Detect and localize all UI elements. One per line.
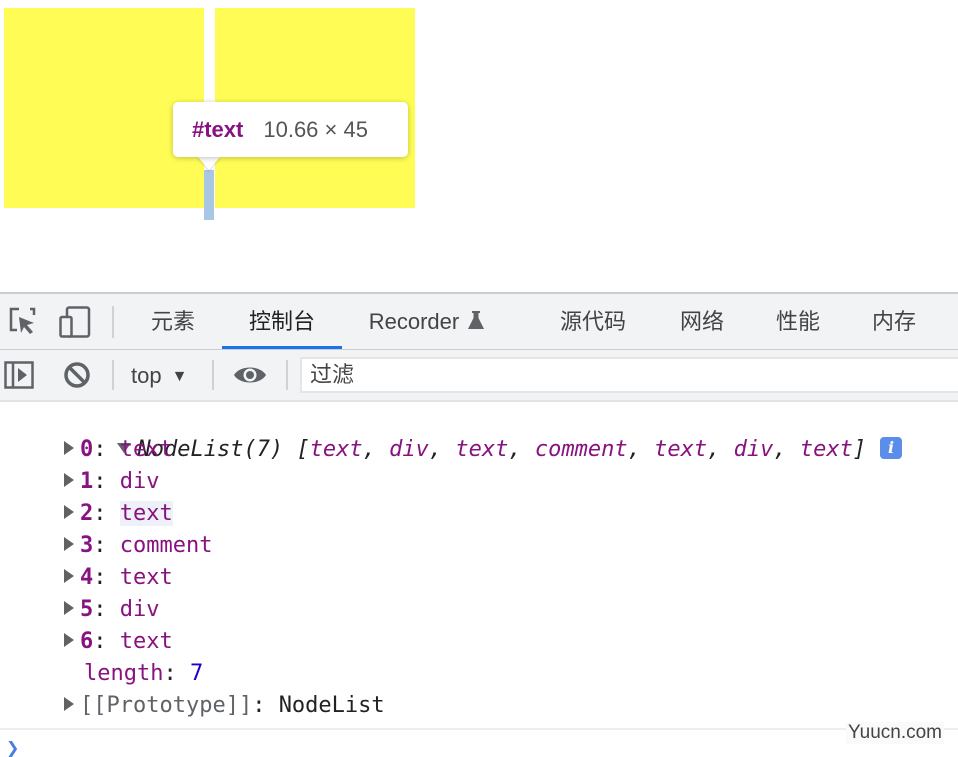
experiment-flask-icon (467, 295, 485, 351)
toolbar-divider (212, 360, 214, 390)
console-output: NodeList(7) [text, div, text, comment, t… (0, 402, 958, 757)
tooltip-node-size: 10.66 × 45 (263, 116, 368, 142)
inspect-tooltip: #text 10.66 × 45 (173, 102, 408, 157)
tab-recorder[interactable]: Recorder (352, 294, 502, 349)
text-node-highlight (204, 170, 214, 220)
collapsed-triangle-icon[interactable] (64, 569, 74, 583)
context-value: top (131, 363, 162, 388)
tab-memory[interactable]: 内存 (858, 294, 930, 349)
nodelist-entry[interactable]: 4: text (64, 562, 173, 594)
tab-elements[interactable]: 元素 (132, 294, 214, 349)
collapsed-triangle-icon[interactable] (64, 441, 74, 455)
watermark: Yuucn.com (846, 722, 944, 744)
nodelist-entry[interactable]: 2: text (64, 498, 173, 530)
summary-item: div (389, 437, 429, 462)
tooltip-arrow (197, 156, 221, 170)
tab-console[interactable]: 控制台 (222, 294, 342, 349)
toolbar-divider (112, 306, 114, 338)
console-prompt-icon[interactable]: ❯ (6, 738, 19, 757)
console-toolbar: top ▼ (0, 350, 958, 402)
collapsed-triangle-icon[interactable] (64, 697, 74, 711)
context-selector[interactable]: top ▼ (131, 350, 187, 400)
nodelist-entry[interactable]: 0: text (64, 434, 173, 466)
nodelist-entry[interactable]: 6: text (64, 626, 173, 658)
hovered-node-value: text (119, 501, 173, 526)
length-property: length: 7 (84, 661, 204, 686)
summary-item: text (309, 437, 363, 462)
collapsed-triangle-icon[interactable] (64, 505, 74, 519)
nodelist-entry[interactable]: 5: div (64, 594, 160, 626)
nodelist-entry[interactable]: 1: div (64, 466, 160, 498)
inspect-element-icon[interactable] (8, 306, 38, 336)
info-icon[interactable]: i (880, 437, 903, 459)
collapsed-triangle-icon[interactable] (64, 601, 74, 615)
device-toolbar-icon[interactable] (59, 306, 91, 338)
toolbar-divider (286, 360, 288, 390)
devtools-tabbar: 元素 控制台 Recorder 源代码 网络 性能 内存 (0, 294, 958, 350)
filter-input[interactable] (302, 359, 958, 391)
summary-item: text (455, 437, 509, 462)
summary-item: div (733, 437, 774, 462)
prototype-entry[interactable]: [[Prototype]]: NodeList (64, 690, 385, 722)
nodelist-summary[interactable]: NodeList(7) [text, div, text, comment, t… (38, 402, 903, 462)
collapsed-triangle-icon[interactable] (64, 473, 74, 487)
dropdown-arrow-icon: ▼ (171, 368, 188, 385)
toolbar-divider (112, 360, 114, 390)
tab-network[interactable]: 网络 (666, 294, 738, 349)
devtools-panel: 元素 控制台 Recorder 源代码 网络 性能 内存 top ▼ 过滤 No… (0, 292, 958, 757)
summary-item: text (654, 437, 708, 462)
nodelist-entry[interactable]: 3: comment (64, 530, 212, 562)
show-sidebar-icon[interactable] (4, 360, 34, 390)
filter-box[interactable] (300, 357, 958, 393)
clear-console-icon[interactable] (63, 361, 93, 391)
collapsed-triangle-icon[interactable] (64, 537, 74, 551)
tab-performance[interactable]: 性能 (762, 294, 834, 349)
summary-item: text (799, 437, 853, 462)
summary-item: comment (534, 437, 628, 462)
tab-recorder-label: Recorder (368, 309, 460, 334)
tab-sources[interactable]: 源代码 (546, 294, 640, 349)
console-separator (0, 728, 958, 730)
page-viewport: #text 10.66 × 45 (0, 0, 958, 292)
collapsed-triangle-icon[interactable] (64, 633, 74, 647)
live-expression-eye-icon[interactable] (233, 360, 266, 390)
tooltip-node-name: #text (192, 116, 244, 142)
